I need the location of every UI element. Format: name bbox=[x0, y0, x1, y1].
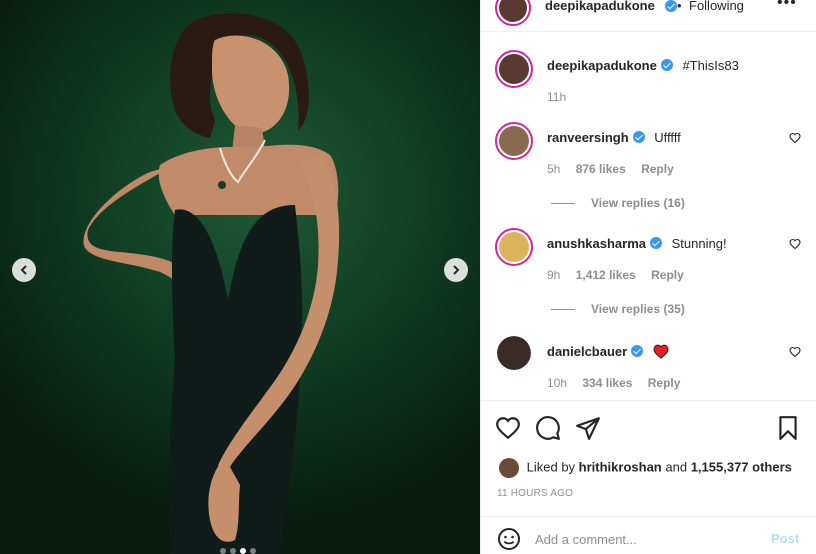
carousel-dot-active bbox=[240, 548, 246, 554]
comment-likes[interactable]: 1,412 likes bbox=[576, 268, 636, 282]
comment-meta: 10h 334 likes Reply bbox=[547, 376, 692, 390]
likes-middle: and bbox=[665, 459, 688, 475]
divider-line bbox=[551, 202, 575, 204]
share-paper-plane-icon[interactable] bbox=[575, 415, 601, 441]
comment-body: Stunning! bbox=[671, 236, 727, 251]
commenter-avatar[interactable] bbox=[497, 336, 531, 370]
carousel-dot bbox=[230, 548, 236, 554]
verified-icon bbox=[632, 131, 645, 143]
comment-time: 10h bbox=[547, 376, 568, 390]
post-photo bbox=[83, 13, 340, 554]
comment-username[interactable]: anushkasharma bbox=[547, 236, 646, 251]
reply-button[interactable]: Reply bbox=[651, 268, 684, 282]
header-separator: • bbox=[677, 0, 682, 13]
comment-likes[interactable]: 334 likes bbox=[582, 376, 632, 390]
post-comment-button[interactable]: Post bbox=[771, 531, 799, 546]
carousel-dot bbox=[220, 548, 226, 554]
comment-text: ranveersingh Ufffff bbox=[547, 130, 681, 145]
chevron-left-icon bbox=[20, 265, 27, 275]
verified-icon bbox=[650, 237, 662, 249]
carousel-dot bbox=[250, 548, 256, 554]
comment-bubble-icon[interactable] bbox=[535, 415, 561, 441]
more-options-icon[interactable]: ••• bbox=[777, 0, 797, 12]
comment-text: anushkasharma Stunning! bbox=[547, 236, 727, 251]
comment-username[interactable]: ranveersingh bbox=[547, 130, 629, 145]
comment-meta: 5h 876 likes Reply bbox=[547, 162, 686, 176]
commenter-avatar[interactable] bbox=[495, 122, 533, 160]
liker-username[interactable]: hrithikroshan bbox=[579, 459, 662, 474]
commenter-avatar[interactable] bbox=[495, 228, 533, 266]
chevron-right-icon bbox=[453, 265, 460, 275]
post-sidebar: deepikapadukone • Following ••• deepikap… bbox=[480, 0, 816, 554]
reply-button[interactable]: Reply bbox=[641, 162, 674, 176]
caption-username[interactable]: deepikapadukone bbox=[547, 58, 657, 73]
comment-text: danielcbauer bbox=[547, 344, 669, 359]
verified-icon bbox=[665, 0, 677, 12]
view-replies-button[interactable]: View replies (35) bbox=[551, 302, 685, 316]
like-heart-icon[interactable] bbox=[495, 415, 521, 441]
save-bookmark-icon[interactable] bbox=[775, 415, 801, 441]
comment-username[interactable]: danielcbauer bbox=[547, 344, 627, 359]
post-timestamp: 11 HOURS AGO bbox=[497, 488, 574, 499]
add-comment-bar: Post bbox=[481, 516, 816, 554]
caption-text: deepikapadukone #ThisIs83 bbox=[547, 58, 739, 73]
likes-summary: Liked by hrithikroshan and 1,155,377 oth… bbox=[499, 458, 792, 478]
emoji-smiley-icon[interactable] bbox=[497, 527, 521, 551]
author-avatar[interactable] bbox=[495, 0, 531, 26]
like-comment-heart-icon[interactable] bbox=[789, 346, 801, 358]
carousel-prev-button[interactable] bbox=[12, 258, 36, 282]
author-avatar[interactable] bbox=[495, 50, 533, 88]
author-username[interactable]: deepikapadukone bbox=[545, 0, 655, 13]
caption-meta: 11h bbox=[547, 90, 578, 104]
comment-body: Ufffff bbox=[654, 130, 681, 145]
liker-avatar[interactable] bbox=[499, 458, 519, 478]
post-media[interactable] bbox=[0, 0, 480, 554]
comment-likes[interactable]: 876 likes bbox=[576, 162, 626, 176]
red-heart-emoji-icon bbox=[653, 344, 669, 359]
likes-others-button[interactable]: 1,155,377 others bbox=[691, 459, 792, 474]
reply-button[interactable]: Reply bbox=[648, 376, 681, 390]
caption-time: 11h bbox=[547, 90, 567, 104]
action-bar bbox=[481, 400, 816, 456]
comment-time: 9h bbox=[547, 268, 561, 282]
comment-time: 5h bbox=[547, 162, 561, 176]
caption-hashtag[interactable]: #ThisIs83 bbox=[682, 58, 738, 73]
comment-meta: 9h 1,412 likes Reply bbox=[547, 268, 696, 282]
follow-status-button[interactable]: Following bbox=[689, 0, 744, 13]
post-header: deepikapadukone • Following ••• bbox=[481, 0, 816, 32]
view-replies-label: View replies (35) bbox=[591, 302, 685, 316]
like-comment-heart-icon[interactable] bbox=[789, 238, 801, 250]
carousel-next-button[interactable] bbox=[444, 258, 468, 282]
verified-icon bbox=[631, 345, 644, 357]
carousel-dots bbox=[220, 548, 256, 554]
view-replies-button[interactable]: View replies (16) bbox=[551, 196, 685, 210]
verified-icon bbox=[660, 59, 673, 71]
likes-prefix: Liked by bbox=[526, 459, 576, 475]
comment-input[interactable] bbox=[535, 529, 755, 549]
like-comment-heart-icon[interactable] bbox=[789, 132, 801, 144]
view-replies-label: View replies (16) bbox=[591, 196, 685, 210]
divider-line bbox=[551, 308, 575, 310]
